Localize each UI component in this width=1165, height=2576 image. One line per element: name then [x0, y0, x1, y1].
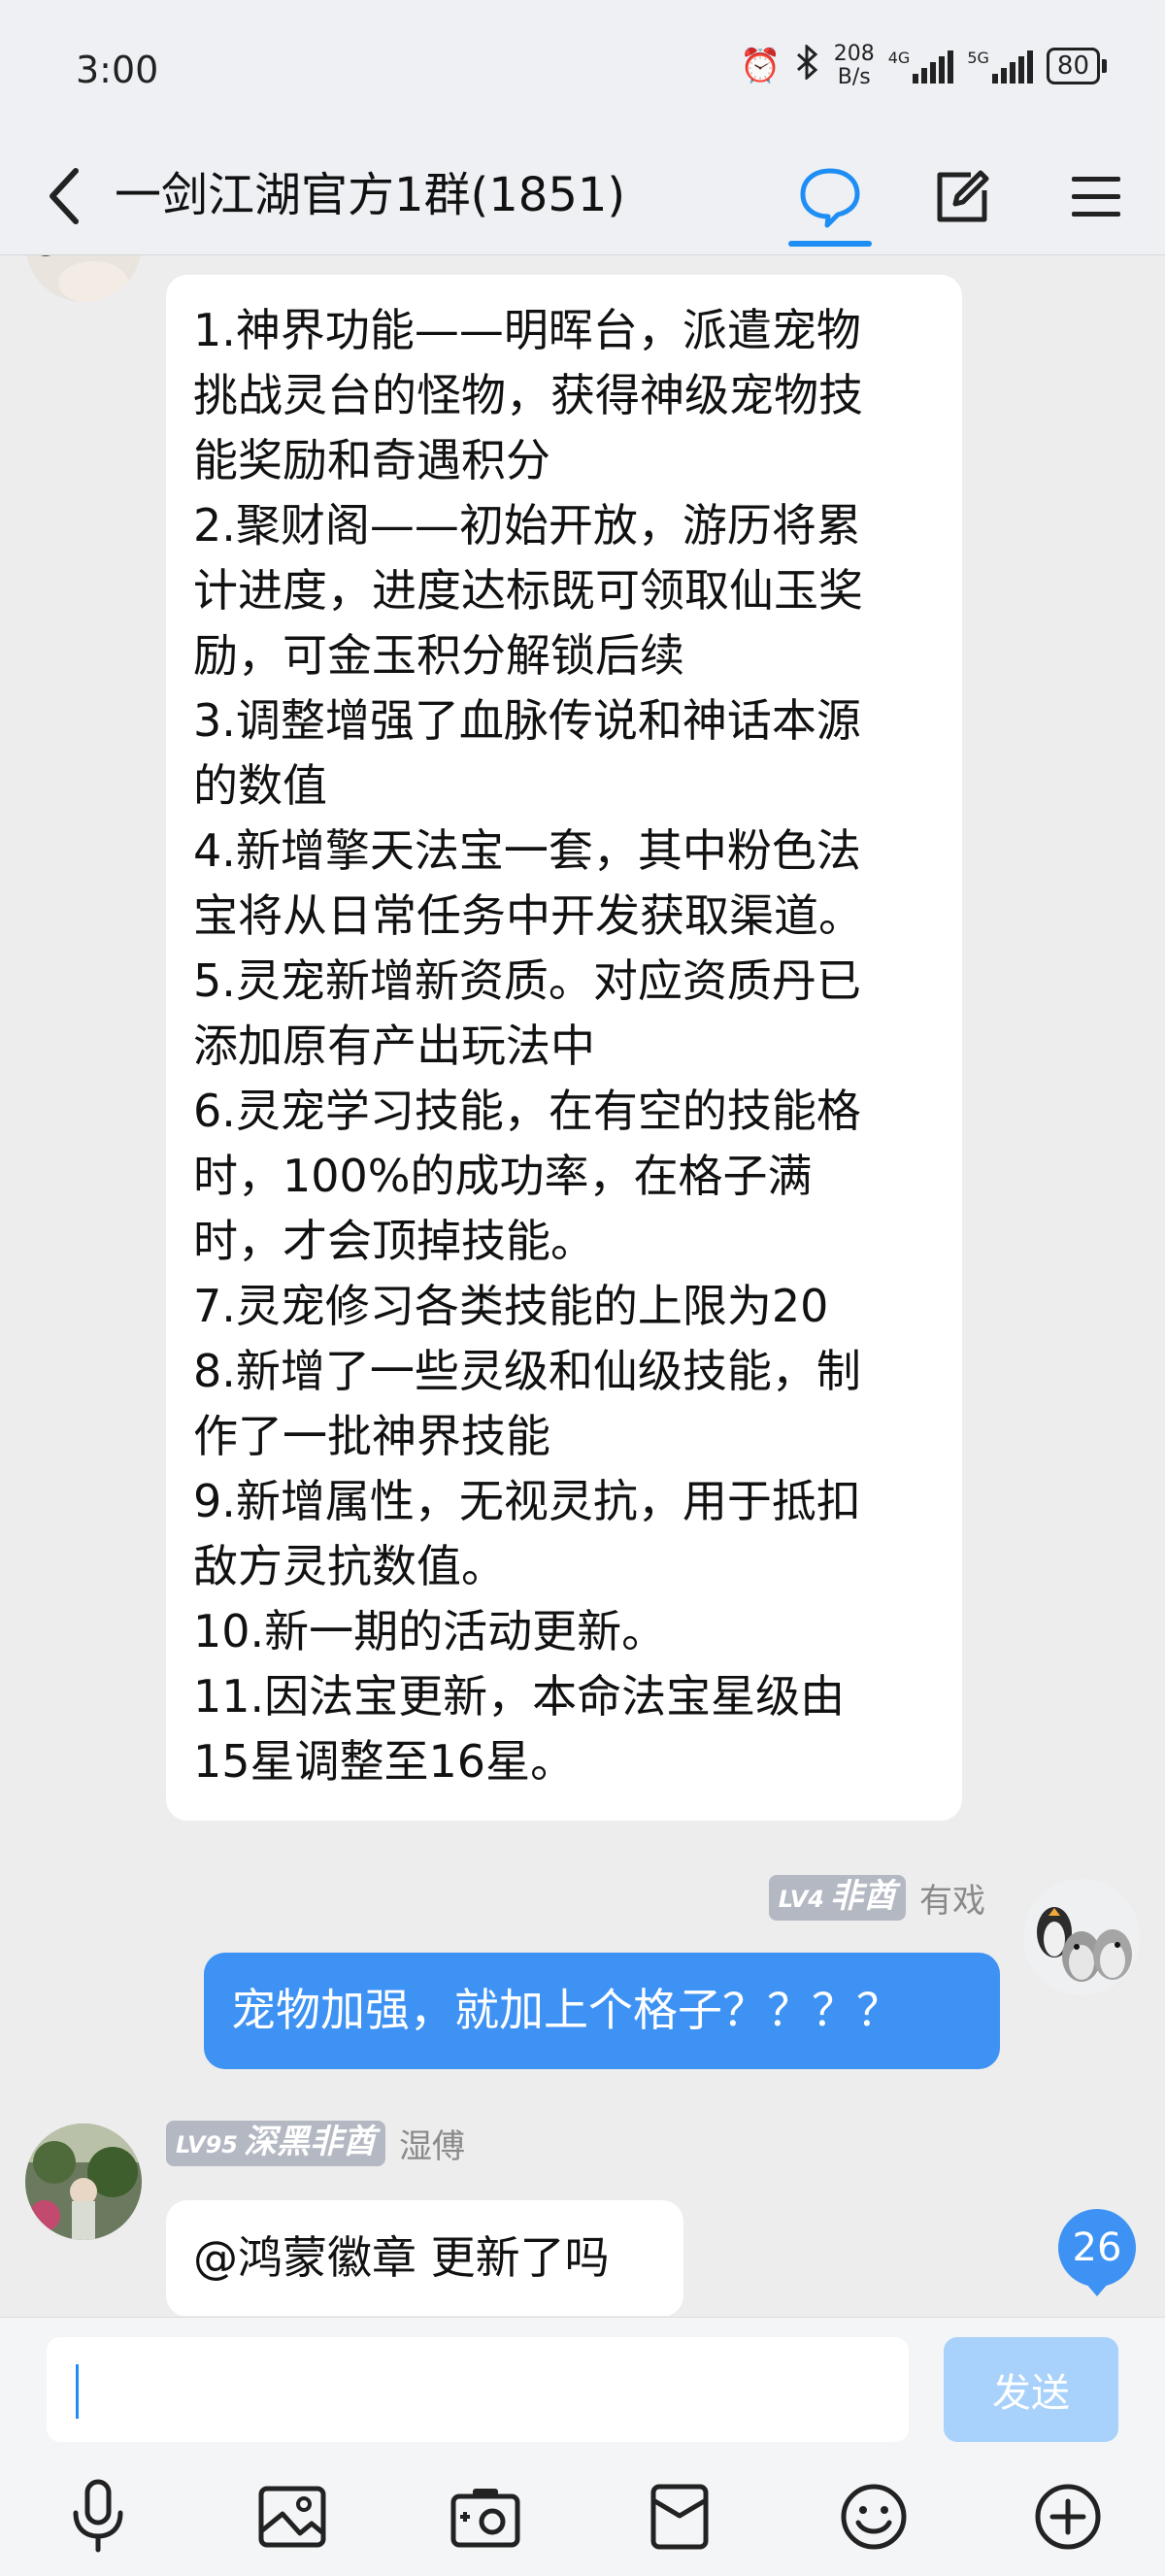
message-text: 1.神界功能——明晖台，派遣宠物 挑战灵台的怪物，获得神级宠物技 能奖励和奇遇积…	[193, 304, 863, 1788]
chat-bubble-icon	[800, 168, 860, 228]
sender-info: LV4 非酋 有戏	[768, 1874, 985, 1922]
image-icon	[258, 2486, 326, 2548]
camera-icon	[450, 2489, 520, 2548]
send-button[interactable]: 发送	[944, 2337, 1118, 2442]
signal-icon-1: 4G	[888, 49, 954, 84]
microphone-icon	[73, 2479, 123, 2553]
alarm-icon: ⏰	[740, 47, 782, 85]
message-bubble-announcement[interactable]: 1.神界功能——明晖台，派遣宠物 挑战灵台的怪物，获得神级宠物技 能奖励和奇遇积…	[166, 275, 962, 1821]
emoji-icon	[841, 2484, 907, 2550]
avatar[interactable]	[25, 255, 142, 302]
avatar[interactable]	[1023, 1879, 1140, 1995]
message-bubble-mention[interactable]: @鸿蒙徽章 更新了吗	[166, 2200, 683, 2316]
status-icons: ⏰ 208 B/s 4G 5G 80	[740, 43, 1107, 89]
chat-header: 一剑江湖官方1群(1851)	[0, 144, 1165, 255]
hamburger-menu-icon	[1072, 177, 1120, 217]
edit-icon	[937, 170, 989, 222]
voice-button[interactable]	[54, 2473, 142, 2560]
bluetooth-icon	[795, 43, 820, 88]
level-badge: LV4 非酋	[768, 1875, 906, 1921]
level-badge-level: LV4	[778, 1886, 824, 1913]
input-bar: 发送	[0, 2317, 1165, 2576]
signal-icon-2: 5G	[967, 49, 1033, 84]
sender-nickname: 湿傅	[398, 2127, 465, 2166]
text-caret	[76, 2364, 79, 2419]
network-speed-unit: B/s	[837, 65, 871, 89]
network-speed-value: 208	[833, 42, 875, 66]
red-packet-button[interactable]	[636, 2473, 723, 2560]
level-badge-level: LV95	[176, 2131, 238, 2158]
input-toolbar	[0, 2473, 1165, 2570]
red-packet-icon	[650, 2484, 709, 2550]
message-text: 宠物加强，就加上个格子？？？？	[231, 1984, 901, 2036]
chat-message-list[interactable]: 1.神界功能——明晖台，派遣宠物 挑战灵台的怪物，获得神级宠物技 能奖励和奇遇积…	[0, 255, 1165, 2316]
battery-level: 80	[1046, 48, 1100, 84]
message-input[interactable]	[47, 2337, 909, 2442]
message-bubble-own[interactable]: 宠物加强，就加上个格子？？？？	[204, 1953, 1000, 2069]
message-text: @鸿蒙徽章 更新了吗	[193, 2231, 610, 2284]
chat-bubble-button[interactable]	[786, 153, 874, 241]
edit-button[interactable]	[918, 153, 1006, 241]
sender-nickname: 有戏	[919, 1882, 985, 1921]
signal-label-1: 4G	[887, 49, 911, 67]
image-button[interactable]	[249, 2473, 336, 2560]
level-badge: LV95 深黑非酋	[166, 2121, 385, 2166]
signal-label-2: 5G	[967, 49, 989, 67]
sender-info: LV95 深黑非酋 湿傅	[166, 2120, 465, 2167]
status-time: 3:00	[76, 49, 159, 91]
back-arrow-icon	[50, 168, 79, 224]
avatar[interactable]	[25, 2124, 142, 2240]
emoji-button[interactable]	[830, 2473, 917, 2560]
plus-circle-icon	[1035, 2484, 1101, 2550]
more-button[interactable]	[1024, 2473, 1112, 2560]
status-bar: 3:00 ⏰ 208 B/s 4G 5G 80	[0, 0, 1165, 144]
camera-button[interactable]	[442, 2473, 529, 2560]
level-badge-title: 深黑非酋	[243, 2123, 376, 2161]
battery-icon: 80	[1046, 48, 1107, 84]
level-badge-title: 非酋	[830, 1877, 896, 1916]
chat-title: 一剑江湖官方1群(1851)	[115, 168, 626, 222]
unread-count-badge[interactable]: 26	[1058, 2209, 1136, 2296]
network-speed: 208 B/s	[834, 43, 875, 89]
back-button[interactable]	[37, 157, 95, 235]
menu-button[interactable]	[1052, 153, 1140, 241]
active-tab-indicator	[788, 241, 872, 247]
